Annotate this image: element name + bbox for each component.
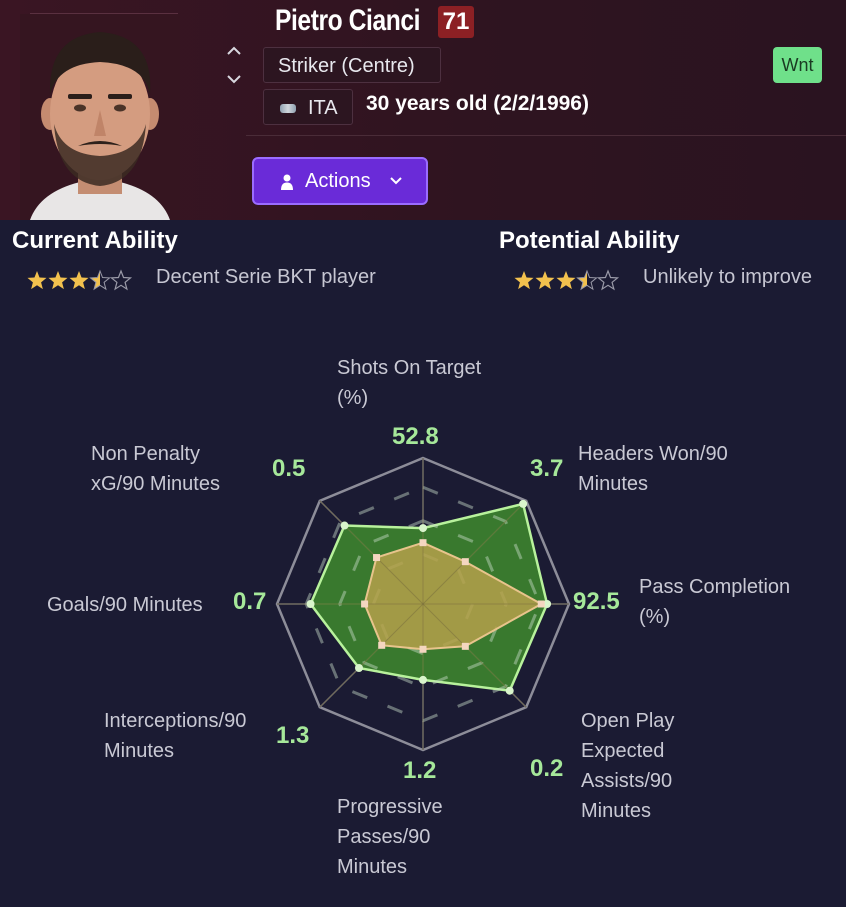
stat-label-line: Minutes (104, 740, 175, 762)
average-point (419, 539, 427, 547)
star-icon (69, 271, 89, 290)
potential-ability-stars (513, 269, 623, 293)
actions-button[interactable]: Actions (252, 157, 428, 205)
stat-label-line: Goals/90 Minutes (47, 594, 203, 616)
star-icon (596, 269, 620, 291)
potential-ability-title: Potential Ability (499, 227, 680, 254)
average-point (361, 600, 369, 608)
stat-label-line: Interceptions/90 (104, 710, 247, 732)
stat-label-line: Open Play (581, 710, 675, 732)
player-header: Pietro Cianci 71 Striker (Centre) ITA 30… (0, 0, 846, 220)
stat-label: Interceptions/90 Minutes (104, 706, 246, 766)
player-name: Pietro Cianci (275, 4, 421, 37)
stat-label-line: Minutes (578, 473, 649, 495)
average-point (537, 600, 545, 608)
star-icon (514, 271, 534, 290)
stat-label-line: Passes/90 (337, 826, 431, 848)
stat-label-line: Progressive (337, 796, 443, 818)
wanted-badge: Wnt (773, 47, 822, 83)
average-point (419, 645, 427, 653)
star-icon (556, 271, 576, 290)
stat-label-line: Expected (581, 740, 665, 762)
player-point (505, 686, 514, 695)
stat-label: Pass Completion (%) (639, 572, 790, 632)
average-point (461, 558, 469, 566)
stat-value: 0.2 (530, 755, 564, 782)
current-ability-description: Decent Serie BKT player (156, 266, 376, 288)
next-player-arrow-icon[interactable] (222, 68, 246, 88)
stat-label: Open Play Expected Assists/90 Minutes (581, 706, 674, 826)
stat-label-line: Non Penalty (91, 443, 200, 465)
player-point (306, 600, 315, 608)
player-point (340, 521, 349, 530)
player-portrait (20, 14, 180, 220)
average-point (373, 554, 381, 562)
average-point (461, 642, 469, 650)
stat-label-line: Pass Completion (639, 576, 791, 598)
stat-label-line: (%) (639, 606, 671, 628)
stat-label: Progressive Passes/90 Minutes (337, 792, 443, 882)
stat-label-line: (%) (337, 387, 369, 409)
performance-radar-chart: Shots On Target (%) 52.8 Headers Won/90 Minu… (0, 300, 846, 902)
potential-ability-description: Unlikely to improve (643, 266, 812, 288)
player-point (419, 524, 427, 533)
stat-label: Goals/90 Minutes (47, 590, 203, 620)
current-ability-stars (26, 269, 136, 293)
person-icon (281, 174, 293, 190)
stat-label-line: Minutes (581, 800, 652, 822)
average-point (378, 641, 386, 649)
player-nav (222, 40, 246, 90)
star-icon (89, 269, 111, 291)
stat-label-line: Minutes (337, 856, 408, 878)
stat-label-line: Assists/90 (581, 770, 673, 792)
star-icon (535, 271, 555, 290)
flag-icon (280, 104, 296, 113)
player-point (419, 675, 427, 684)
stat-label: Shots On Target (%) (337, 353, 481, 413)
stat-label-line: Headers Won/90 (578, 443, 728, 465)
stat-value: 0.7 (233, 588, 267, 615)
previous-player-arrow-icon[interactable] (222, 40, 246, 60)
stat-label-line: xG/90 Minutes (91, 473, 220, 495)
nationality-field: ITA (263, 89, 353, 125)
rating-badge: 71 (438, 6, 474, 38)
stat-value: 92.5 (573, 588, 620, 615)
stat-label: Non Penalty xG/90 Minutes (91, 439, 220, 499)
position-field: Striker (Centre) (263, 47, 441, 83)
stat-value: 52.8 (392, 423, 439, 450)
stat-value: 0.5 (272, 455, 306, 482)
current-ability-title: Current Ability (12, 227, 178, 254)
chevron-down-icon (390, 177, 402, 185)
player-age: 30 years old (2/2/1996) (366, 92, 589, 115)
header-divider (246, 135, 846, 136)
player-point (519, 499, 528, 508)
star-icon (27, 271, 47, 290)
star-icon (109, 269, 133, 291)
nationality-code: ITA (308, 97, 338, 119)
stat-value: 3.7 (530, 455, 564, 482)
stat-value: 1.2 (403, 757, 437, 784)
stat-label-line: Shots On Target (337, 357, 482, 379)
actions-label: Actions (305, 170, 371, 192)
stat-value: 1.3 (276, 722, 310, 749)
player-point (354, 664, 363, 673)
stat-label: Headers Won/90 Minutes (578, 439, 728, 499)
star-icon (576, 269, 598, 291)
star-icon (48, 271, 68, 290)
